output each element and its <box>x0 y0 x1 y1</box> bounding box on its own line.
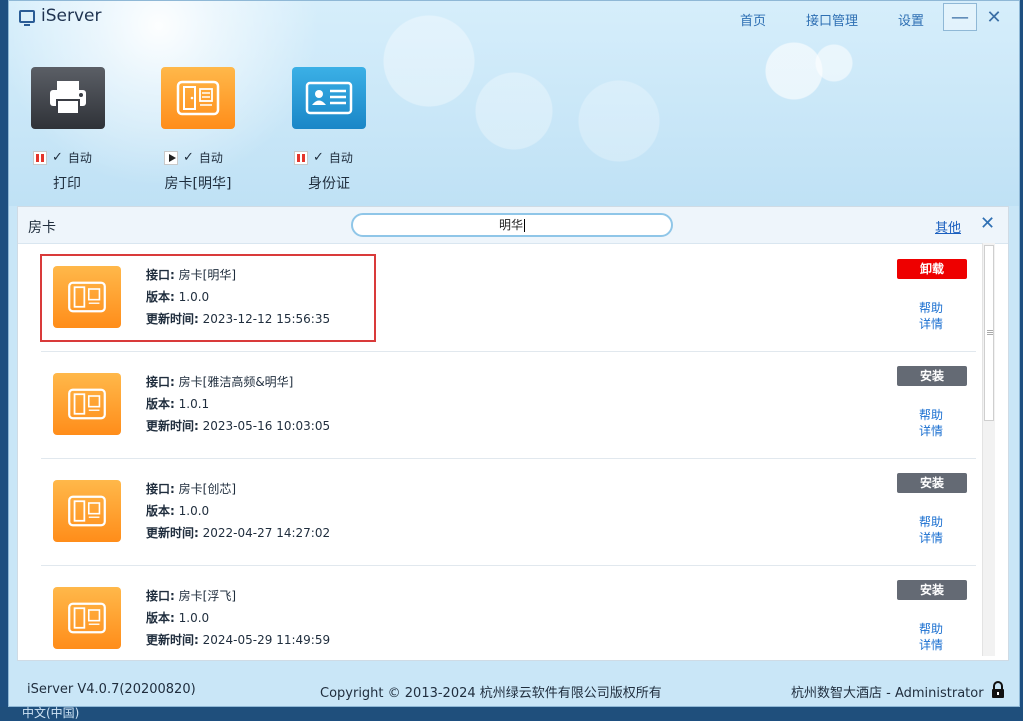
help-link[interactable]: 帮助 <box>919 621 943 637</box>
version-label: 版本: <box>146 504 175 518</box>
title-bar: iServer 首页 接口管理 设置 — ✕ <box>9 1 1019 35</box>
room-card-icon <box>53 480 121 542</box>
room-card-controls: ✓ 自动 <box>164 149 223 166</box>
item-info: 接口: 房卡[创芯] 版本: 1.0.0 更新时间: 2022-04-27 14… <box>146 478 330 544</box>
updated-value: 2024-05-29 11:49:59 <box>202 633 331 647</box>
interface-name: 房卡[雅洁高频&明华] <box>178 375 294 389</box>
item-info: 接口: 房卡[雅洁高频&明华] 版本: 1.0.1 更新时间: 2023-05-… <box>146 371 330 437</box>
taskbar: 中文(中国) <box>0 704 1023 721</box>
version-value: 1.0.0 <box>178 611 210 625</box>
panel-header: 房卡 明华 其他 ✕ <box>18 207 1008 244</box>
install-button[interactable]: 安装 <box>897 473 967 493</box>
details-link[interactable]: 详情 <box>919 530 943 546</box>
details-link[interactable]: 详情 <box>919 637 943 653</box>
updated-value: 2022-04-27 14:27:02 <box>202 526 331 540</box>
help-links: 帮助 详情 <box>919 300 943 332</box>
details-link[interactable]: 详情 <box>919 316 943 332</box>
app-window: iServer 首页 接口管理 设置 — ✕ ✓ 自动 ✓ 自动 ✓ 自动 打印… <box>8 0 1020 707</box>
help-links: 帮助 详情 <box>919 514 943 546</box>
pause-icon[interactable] <box>33 150 47 165</box>
search-value: 明华 <box>498 218 523 232</box>
version-value: 1.0.1 <box>178 397 210 411</box>
room-card-label: 房卡[明华] <box>164 176 232 192</box>
interface-label: 接口: <box>146 375 175 389</box>
auto-label: 自动 <box>198 151 223 165</box>
nav-settings[interactable]: 设置 <box>898 10 924 29</box>
interface-name: 房卡[浮飞] <box>178 589 237 603</box>
list-item: 接口: 房卡[雅洁高频&明华] 版本: 1.0.1 更新时间: 2023-05-… <box>41 351 976 459</box>
play-icon[interactable] <box>164 150 178 165</box>
help-link[interactable]: 帮助 <box>919 407 943 423</box>
room-card-icon <box>53 587 121 649</box>
help-link[interactable]: 帮助 <box>919 300 943 316</box>
install-button[interactable]: 安装 <box>897 580 967 600</box>
auto-checkbox[interactable]: ✓ <box>313 150 324 165</box>
help-links: 帮助 详情 <box>919 621 943 653</box>
status-bar: iServer V4.0.7(20200820) Copyright © 201… <box>9 673 1019 706</box>
id-card-device-tile[interactable] <box>292 67 366 129</box>
help-links: 帮助 详情 <box>919 407 943 439</box>
monitor-icon <box>19 9 35 26</box>
install-button[interactable]: 安装 <box>897 366 967 386</box>
other-link[interactable]: 其他 <box>935 217 961 236</box>
panel-close-icon[interactable]: ✕ <box>980 213 995 234</box>
auto-label: 自动 <box>67 151 92 165</box>
list-item: 接口: 房卡[浮飞] 版本: 1.0.0 更新时间: 2024-05-29 11… <box>41 565 976 661</box>
user-text: 杭州数智大酒店 - Administrator <box>791 686 984 701</box>
room-card-device-tile[interactable] <box>161 67 235 129</box>
selection-highlight <box>40 254 376 342</box>
id-card-label: 身份证 <box>308 176 350 192</box>
list-item: 接口: 房卡[创芯] 版本: 1.0.0 更新时间: 2022-04-27 14… <box>41 458 976 566</box>
uninstall-button[interactable]: 卸载 <box>897 259 967 279</box>
version-label: 版本: <box>146 397 175 411</box>
nav-home[interactable]: 首页 <box>740 10 766 29</box>
updated-value: 2023-05-16 10:03:05 <box>202 419 331 433</box>
close-button[interactable]: ✕ <box>977 3 1011 31</box>
copyright-text: Copyright © 2013-2024 杭州绿云软件有限公司版权所有 <box>320 686 662 701</box>
printer-controls: ✓ 自动 <box>33 149 92 166</box>
item-info: 接口: 房卡[浮飞] 版本: 1.0.0 更新时间: 2024-05-29 11… <box>146 585 330 651</box>
interface-name: 房卡[创芯] <box>178 482 237 496</box>
room-card-icon <box>53 373 121 435</box>
updated-label: 更新时间: <box>146 419 199 433</box>
printer-icon <box>50 81 86 115</box>
version-value: 1.0.0 <box>178 504 210 518</box>
interface-label: 接口: <box>146 589 175 603</box>
app-title-text: iServer <box>41 6 102 26</box>
version-text: iServer V4.0.7(20200820) <box>27 682 196 697</box>
scrollbar-thumb[interactable] <box>984 245 994 421</box>
search-input[interactable]: 明华 <box>351 213 673 237</box>
app-title: iServer <box>19 6 101 26</box>
details-link[interactable]: 详情 <box>919 423 943 439</box>
interface-label: 接口: <box>146 482 175 496</box>
room-card-icon <box>176 80 220 116</box>
lock-icon[interactable] <box>991 681 1005 699</box>
auto-checkbox[interactable]: ✓ <box>183 150 194 165</box>
auto-label: 自动 <box>328 151 353 165</box>
window-controls: — ✕ <box>943 3 1011 31</box>
pause-icon[interactable] <box>294 150 308 165</box>
nav-interfaces[interactable]: 接口管理 <box>806 10 858 29</box>
updated-label: 更新时间: <box>146 526 199 540</box>
version-label: 版本: <box>146 611 175 625</box>
printer-device-tile[interactable] <box>31 67 105 129</box>
panel-title: 房卡 <box>28 220 56 236</box>
auto-checkbox[interactable]: ✓ <box>52 150 63 165</box>
printer-label: 打印 <box>53 176 81 192</box>
minimize-button[interactable]: — <box>943 3 977 31</box>
id-card-controls: ✓ 自动 <box>294 149 353 166</box>
id-card-icon <box>305 81 353 115</box>
updated-label: 更新时间: <box>146 633 199 647</box>
help-link[interactable]: 帮助 <box>919 514 943 530</box>
language-indicator[interactable]: 中文(中国) <box>22 704 79 721</box>
